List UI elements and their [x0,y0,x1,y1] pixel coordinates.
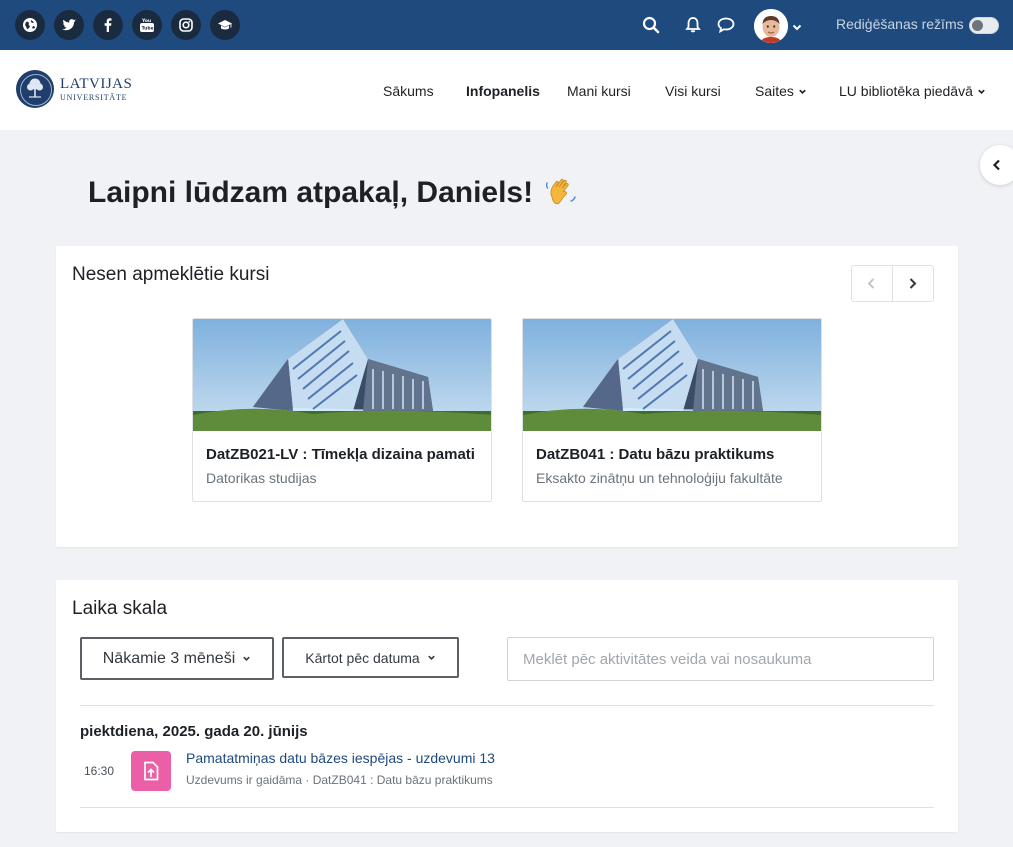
course-card[interactable]: DatZB021-LV : Tīmekļa dizaina pamati Dat… [192,318,492,502]
recent-courses-pager [851,265,934,302]
welcome-text: Laipni lūdzam atpakaļ, Daniels! [88,176,534,209]
svg-text:Tube: Tube [142,26,154,32]
event-subtitle: Uzdevums ir gaidāma · DatZB041 : Datu bā… [186,773,493,787]
logo-line-1: LATVIJAS [60,75,133,92]
graduation-cap-icon[interactable] [210,10,240,40]
globe-icon[interactable] [15,10,45,40]
svg-text:You: You [141,18,151,24]
course-name: DatZB041 : Datu bāzu praktikums [536,446,775,463]
timeline-block: Laika skala Nākamie 3 mēneši Kārtot pēc … [56,580,958,832]
event-title-link[interactable]: Pamatatmiņas datu bāzes iespējas - uzdev… [186,750,495,766]
course-category: Eksakto zinātņu un tehnoloģiju fakultāte [536,470,783,486]
chevron-right-icon [910,278,917,289]
chat-icon[interactable] [716,15,736,35]
assignment-icon [131,751,171,791]
nav-item-mani-kursi[interactable]: Mani kursi [567,83,631,99]
search-icon[interactable] [641,15,661,35]
event-time: 16:30 [84,764,115,778]
chevron-down-icon [799,89,806,94]
sort-dropdown[interactable]: Kārtot pēc datuma [282,637,459,678]
waving-hand-icon [546,178,576,205]
date-range-dropdown[interactable]: Nākamie 3 mēneši [80,637,274,680]
divider [80,705,934,706]
next-page-button[interactable] [893,266,934,301]
divider [80,807,934,808]
edit-mode-toggle[interactable] [969,17,999,34]
timeline-title: Laika skala [72,598,168,619]
chevron-down-icon [978,89,985,94]
timeline-search-input[interactable] [507,637,934,681]
logo-line-2: UNIVERSITĀTE [60,92,128,102]
nav-item-infopanelis[interactable]: Infopanelis [466,83,540,99]
welcome-heading: Laipni lūdzam atpakaļ, Daniels! [88,175,579,211]
chevron-left-icon [867,278,875,289]
nav-item-saites[interactable]: Saites [755,83,807,99]
social-links: You Tube [15,10,240,40]
twitter-icon[interactable] [54,10,84,40]
course-card[interactable]: DatZB041 : Datu bāzu praktikums Eksakto … [522,318,822,502]
previous-page-button[interactable] [852,266,893,301]
chevron-down-icon [243,656,251,661]
university-seal-icon [16,70,54,108]
instagram-icon[interactable] [171,10,201,40]
main-navbar: LATVIJAS UNIVERSITĀTE Sākums Infopanelis… [0,50,1013,130]
chevron-down-icon[interactable] [791,20,803,32]
nav-item-sakums[interactable]: Sākums [383,83,434,99]
timeline-day-heading: piektdiena, 2025. gada 20. jūnijs [80,723,308,740]
date-range-label: Nākamie 3 mēneši [102,649,236,667]
course-image [523,319,821,431]
course-category: Datorikas studijas [206,470,317,486]
recent-courses-title: Nesen apmeklētie kursi [72,264,270,285]
user-avatar[interactable] [754,9,788,43]
bell-icon[interactable] [683,15,703,35]
chevron-left-icon [992,159,1000,171]
chevron-down-icon [427,655,435,660]
open-drawer-button[interactable] [980,145,1013,185]
course-image [193,319,491,431]
university-logo[interactable]: LATVIJAS UNIVERSITĀTE [16,70,132,108]
top-bar: You Tube Rediģēšanas režīms [0,0,1013,50]
facebook-icon[interactable] [93,10,123,40]
nav-item-lu-biblioteka[interactable]: LU bibliotēka piedāvā [839,83,986,99]
recent-courses-block: Nesen apmeklētie kursi DatZB021-LV : Tīm… [56,246,958,547]
youtube-icon[interactable]: You Tube [132,10,162,40]
sort-label: Kārtot pēc datuma [305,649,420,666]
course-name: DatZB021-LV : Tīmekļa dizaina pamati [206,446,475,463]
edit-mode-label: Rediģēšanas režīms [836,16,964,32]
nav-item-visi-kursi[interactable]: Visi kursi [665,83,721,99]
